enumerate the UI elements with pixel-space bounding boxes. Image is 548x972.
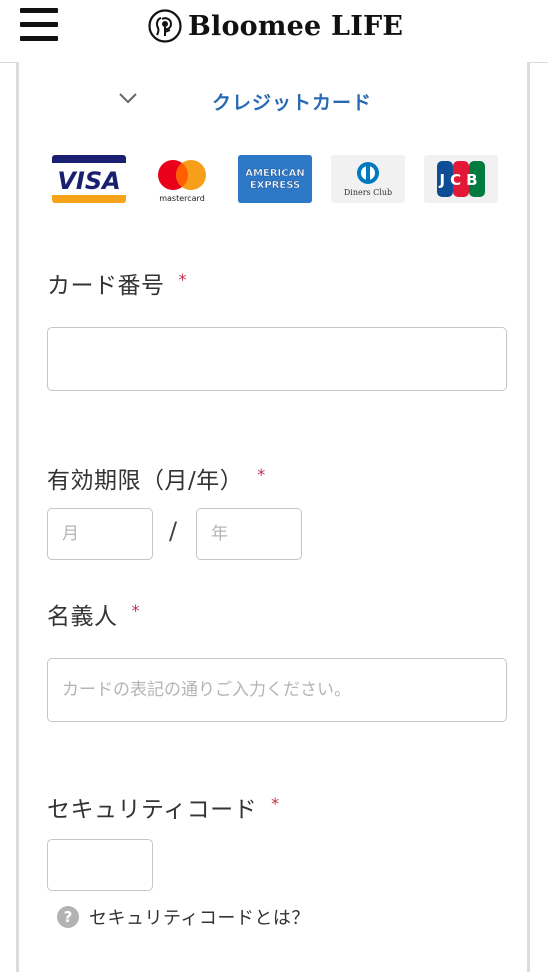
menu-bar: [20, 36, 58, 41]
visa-logo-text: VISA: [57, 167, 120, 195]
jcb-logo: JCB: [424, 155, 498, 203]
card-holder-input[interactable]: [47, 658, 507, 722]
card-number-label-text: カード番号: [47, 273, 165, 299]
logo-text: Bloomee LIFE: [188, 10, 404, 42]
expiry-label-text: 有効期限（月/年）: [47, 468, 244, 494]
amex-logo: AMERICAN EXPRESS: [238, 155, 312, 203]
expiry-separator: /: [169, 517, 178, 545]
chevron-down-icon[interactable]: [119, 92, 137, 104]
amex-logo-text: AMERICAN EXPRESS: [245, 168, 304, 191]
question-circle-icon: ?: [57, 906, 79, 928]
jcb-logo-text: JCB: [438, 171, 482, 189]
diners-logo-text: Diners Club: [344, 188, 392, 197]
required-mark: *: [131, 601, 140, 620]
menu-bar: [20, 22, 58, 27]
hamburger-menu-icon[interactable]: [20, 8, 60, 42]
security-code-label-text: セキュリティコード: [47, 797, 258, 823]
required-mark: *: [271, 794, 280, 813]
card-number-label: カード番号 *: [47, 266, 187, 300]
card-number-input[interactable]: [47, 327, 507, 391]
security-code-help-text[interactable]: セキュリティコードとは？: [89, 904, 310, 930]
payment-method-toggle[interactable]: クレジットカード: [19, 86, 527, 116]
payment-method-title[interactable]: クレジットカード: [212, 88, 372, 115]
security-code-label: セキュリティコード *: [47, 790, 280, 824]
required-mark: *: [178, 270, 187, 289]
mastercard-logo: mastercard: [145, 155, 219, 203]
holder-label-text: 名義人: [47, 604, 118, 630]
expiry-year-input[interactable]: [196, 508, 302, 560]
security-code-input[interactable]: [47, 839, 153, 891]
holder-label: 名義人 *: [47, 597, 140, 631]
expiry-label: 有効期限（月/年） *: [47, 461, 266, 495]
mastercard-logo-text: mastercard: [159, 194, 205, 203]
required-mark: *: [257, 465, 266, 484]
security-code-help-link[interactable]: ? セキュリティコードとは？: [57, 902, 310, 932]
menu-bar: [20, 8, 58, 13]
site-logo[interactable]: Bloomee LIFE: [148, 6, 403, 46]
expiry-month-input[interactable]: [47, 508, 153, 560]
site-header: Bloomee LIFE: [0, 0, 548, 63]
diners-club-logo: Diners Club: [331, 155, 405, 203]
payment-panel: クレジットカード VISA mastercard AMERICAN EXPRESS: [16, 62, 530, 972]
visa-logo: VISA: [52, 155, 126, 203]
bloomee-logo-icon: [148, 9, 182, 43]
